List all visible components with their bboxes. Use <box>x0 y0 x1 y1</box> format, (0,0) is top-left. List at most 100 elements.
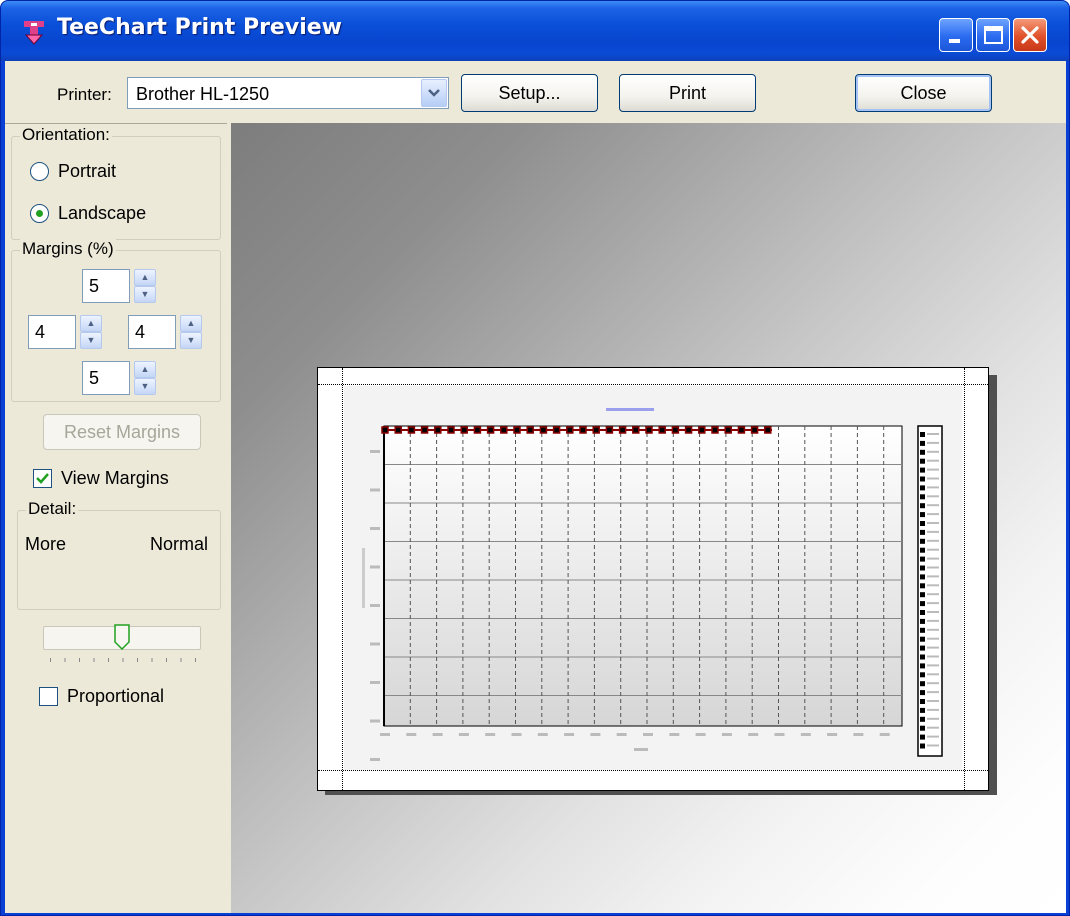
right-margin-spinner[interactable]: ▲ ▼ <box>180 315 202 349</box>
close-window-button[interactable] <box>1013 18 1047 52</box>
top-margin-down-button[interactable]: ▼ <box>134 286 156 303</box>
legend-marker <box>920 521 925 526</box>
detail-slider-thumb[interactable] <box>114 624 130 650</box>
series-point <box>394 426 402 434</box>
legend-marker <box>920 565 925 571</box>
legend-text-stub <box>927 602 939 605</box>
x-tick-mark <box>695 733 706 736</box>
legend-marker <box>920 529 925 535</box>
series-point <box>605 426 614 434</box>
series-point <box>566 426 574 434</box>
view-margins-checkbox-box[interactable] <box>33 469 52 488</box>
legend-text-stub <box>927 530 939 533</box>
margins-legend: Margins (%) <box>20 239 116 259</box>
right-margin-up-button[interactable]: ▲ <box>180 315 202 332</box>
minimize-button[interactable] <box>939 18 973 52</box>
series-point <box>434 426 442 434</box>
left-margin-down-button[interactable]: ▼ <box>80 332 102 349</box>
legend-text-stub <box>927 468 939 471</box>
legend-marker <box>920 636 925 642</box>
bottom-margin-down-button[interactable]: ▼ <box>134 378 156 395</box>
printer-select[interactable]: Brother HL-1250 <box>127 77 449 109</box>
top-margin-spinner[interactable]: ▲ ▼ <box>134 269 156 303</box>
series-point <box>420 426 429 434</box>
legend-marker <box>920 592 925 598</box>
top-margin-field[interactable]: 5 <box>82 269 130 303</box>
maximize-button[interactable] <box>976 18 1010 52</box>
proportional-checkbox-box[interactable] <box>39 687 58 706</box>
y-tick-mark <box>370 527 380 530</box>
bottom-margin-spinner[interactable]: ▲ ▼ <box>134 361 156 395</box>
bottom-margin-field[interactable]: 5 <box>82 361 130 395</box>
left-margin-field[interactable]: 4 <box>28 315 76 349</box>
y-tick-mark <box>370 758 380 761</box>
portrait-radio-button[interactable] <box>30 162 49 181</box>
legend-marker <box>920 547 925 553</box>
legend-text-stub <box>927 575 939 578</box>
x-tick-mark <box>748 733 759 736</box>
y-tick-mark <box>370 642 380 646</box>
series-point <box>526 426 534 434</box>
legend-marker <box>920 432 925 437</box>
legend-text-stub <box>927 504 939 507</box>
landscape-radio-button[interactable] <box>30 204 49 223</box>
legend-marker <box>920 458 925 464</box>
detail-more-label: More <box>25 534 67 554</box>
legend-text-stub <box>927 433 939 435</box>
series-point <box>473 426 482 434</box>
legend-text-stub <box>927 717 939 720</box>
series-point <box>500 426 508 434</box>
x-tick-mark <box>800 733 811 736</box>
detail-group: Detail: <box>17 499 221 610</box>
legend-text-stub <box>927 637 939 640</box>
reset-margins-button[interactable]: Reset Margins <box>43 414 201 450</box>
preview-page[interactable] <box>317 367 989 791</box>
x-tick-mark <box>774 733 785 736</box>
left-margin-up-button[interactable]: ▲ <box>80 315 102 332</box>
teechart-app-icon <box>24 21 44 45</box>
printer-label: Printer: <box>57 85 112 104</box>
printer-select-value: Brother HL-1250 <box>136 84 270 104</box>
legend-text-stub <box>927 477 939 480</box>
title-bar[interactable]: TeeChart Print Preview <box>1 1 1069 61</box>
print-preview-window: TeeChart Print Preview Printer: Brother … <box>0 0 1070 916</box>
close-button[interactable]: Close <box>855 74 992 112</box>
margins-group: Margins (%) 5 ▲ ▼ 4 ▲ ▼ 4 ▲ ▼ 5 ▲ ▼ <box>11 239 221 402</box>
series-point <box>579 426 587 434</box>
top-margin-up-button[interactable]: ▲ <box>134 269 156 286</box>
legend-text-stub <box>927 664 939 667</box>
legend-text-stub <box>927 539 939 542</box>
options-panel: Orientation: Portrait Landscape Margins … <box>5 123 227 913</box>
legend-text-stub <box>927 495 939 498</box>
legend-marker <box>920 610 925 615</box>
x-tick-mark <box>616 733 627 736</box>
left-margin-spinner[interactable]: ▲ ▼ <box>80 315 102 349</box>
y-tick-mark <box>370 719 380 723</box>
setup-button[interactable]: Setup... <box>461 74 598 112</box>
legend-text-stub <box>927 691 939 694</box>
legend-text-stub <box>927 486 939 489</box>
legend-text-stub <box>927 441 939 444</box>
right-margin-field[interactable]: 4 <box>128 315 176 349</box>
x-tick-mark <box>537 733 548 736</box>
series-point <box>698 426 706 434</box>
legend-marker <box>920 627 925 633</box>
dialog-client-area: Printer: Brother HL-1250 Setup... Print … <box>5 61 1066 913</box>
legend-text-stub <box>927 566 939 569</box>
printer-dropdown-button[interactable] <box>421 79 447 107</box>
legend-text-stub <box>927 726 939 729</box>
legend-marker <box>920 654 925 660</box>
preview-area[interactable] <box>231 123 1066 913</box>
print-button[interactable]: Print <box>619 74 756 112</box>
legend-marker <box>920 725 925 731</box>
close-icon <box>1021 26 1039 44</box>
right-margin-down-button[interactable]: ▼ <box>180 332 202 349</box>
legend-marker <box>920 672 925 678</box>
x-tick-mark <box>879 733 890 736</box>
legend-text-stub <box>927 459 939 462</box>
detail-legend: Detail: <box>26 499 79 519</box>
bottom-margin-up-button[interactable]: ▲ <box>134 361 156 378</box>
series-point <box>381 426 389 434</box>
legend-text-stub <box>927 655 939 658</box>
legend-marker <box>920 556 925 562</box>
